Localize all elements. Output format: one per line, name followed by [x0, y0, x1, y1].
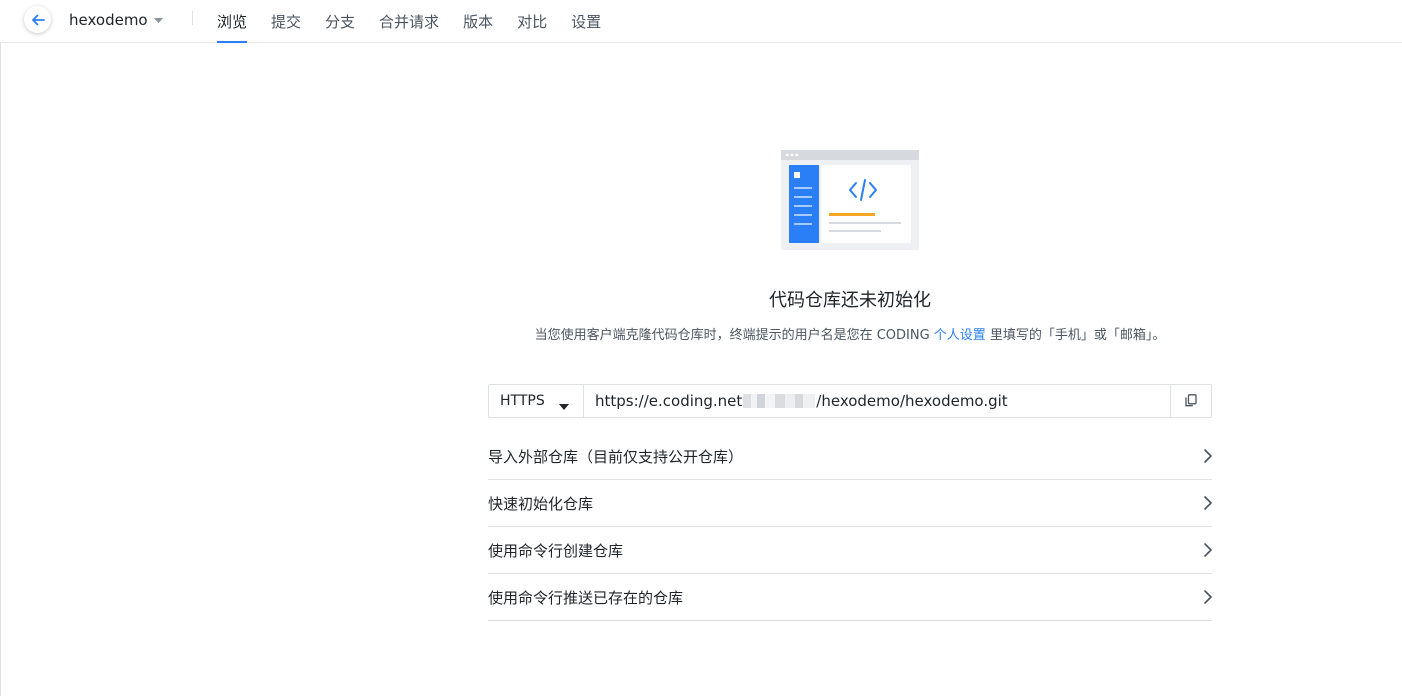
- repo-tabs: 浏览 提交 分支 合并请求 版本 对比 设置: [217, 0, 625, 43]
- chevron-right-icon: [1204, 543, 1212, 557]
- arrow-left-icon: [31, 14, 45, 26]
- repo-name: hexodemo: [69, 11, 148, 29]
- tab-merge-requests[interactable]: 合并请求: [379, 0, 439, 43]
- empty-state-title-wrap: 代码仓库还未初始化: [488, 286, 1212, 312]
- protocol-select[interactable]: HTTPS: [489, 385, 584, 417]
- tab-browse[interactable]: 浏览: [217, 0, 248, 43]
- caret-down-icon: [153, 17, 163, 23]
- tab-releases[interactable]: 版本: [463, 0, 493, 43]
- desc-text-before: 当您使用客户端克隆代码仓库时，终端提示的用户名是您在 CODING: [534, 328, 934, 343]
- option-quick-init[interactable]: 快速初始化仓库: [488, 480, 1212, 527]
- personal-settings-link[interactable]: 个人设置: [934, 328, 986, 343]
- url-prefix: https://e.coding.net: [595, 392, 743, 410]
- back-button[interactable]: [24, 6, 51, 33]
- option-label: 快速初始化仓库: [488, 494, 594, 513]
- option-cli-create[interactable]: 使用命令行创建仓库: [488, 527, 1212, 574]
- repo-switcher[interactable]: hexodemo: [69, 9, 163, 31]
- init-options-list: 导入外部仓库（目前仅支持公开仓库） 快速初始化仓库 使用命令行创建仓库 使用命令…: [488, 433, 1212, 621]
- redacted-username: [743, 394, 816, 408]
- tab-settings[interactable]: 设置: [571, 0, 601, 43]
- triangle-down-icon: [559, 398, 569, 414]
- chevron-right-icon: [1204, 449, 1212, 463]
- top-bar: hexodemo 浏览 提交 分支 合并请求 版本 对比 设置: [0, 0, 1402, 43]
- option-label: 导入外部仓库（目前仅支持公开仓库）: [488, 447, 744, 466]
- chevron-right-icon: [1204, 590, 1212, 604]
- tab-compare[interactable]: 对比: [517, 0, 547, 43]
- tab-branches[interactable]: 分支: [325, 0, 355, 43]
- topbar-divider: [192, 11, 193, 25]
- empty-state-title: 代码仓库还未初始化: [769, 290, 931, 311]
- option-label: 使用命令行推送已存在的仓库: [488, 588, 684, 607]
- clone-url-field[interactable]: https://e.coding.net /hexodemo/hexodemo.…: [584, 385, 1170, 417]
- protocol-value: HTTPS: [500, 393, 545, 409]
- empty-repo-illustration: [781, 150, 919, 250]
- copy-button[interactable]: [1170, 385, 1211, 417]
- option-cli-push-existing[interactable]: 使用命令行推送已存在的仓库: [488, 574, 1212, 621]
- desc-text-after: 里填写的「手机」或「邮箱」。: [985, 328, 1166, 343]
- chevron-right-icon: [1204, 496, 1212, 510]
- option-label: 使用命令行创建仓库: [488, 541, 624, 560]
- tab-commits[interactable]: 提交: [271, 0, 301, 43]
- option-import-external-repo[interactable]: 导入外部仓库（目前仅支持公开仓库）: [488, 433, 1212, 480]
- copy-icon: [1185, 392, 1197, 411]
- clone-url-box: HTTPS https://e.coding.net /hexodemo/hex…: [488, 384, 1212, 418]
- url-suffix: /hexodemo/hexodemo.git: [816, 392, 1008, 410]
- empty-state-description: 当您使用客户端克隆代码仓库时，终端提示的用户名是您在 CODING 个人设置 里…: [440, 324, 1260, 343]
